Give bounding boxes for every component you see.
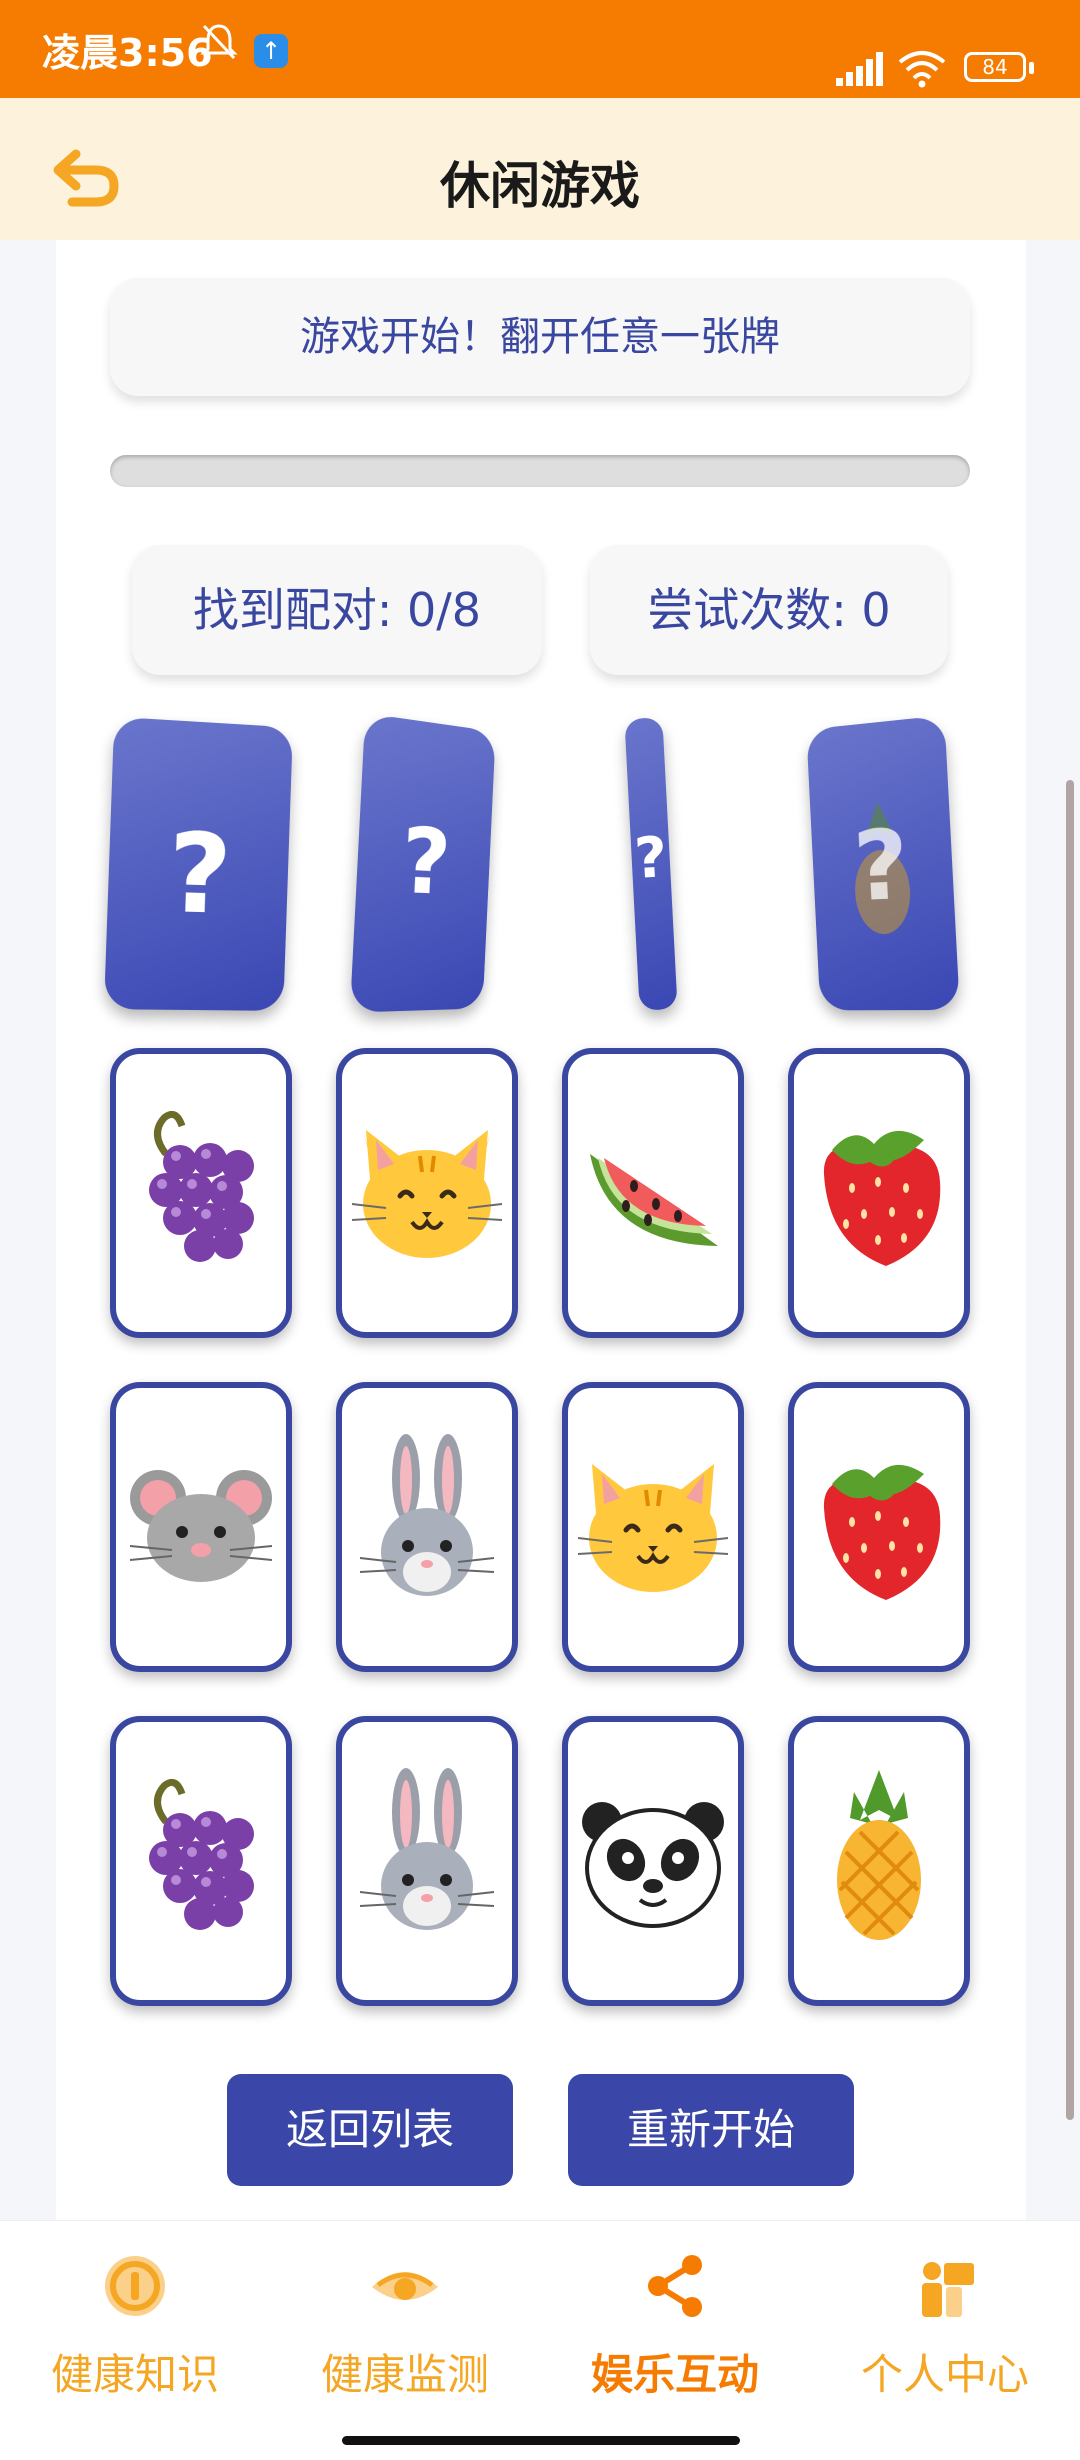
game-message: 游戏开始！翻开任意一张牌: [110, 278, 970, 396]
people-icon: [922, 2262, 974, 2317]
card-question-mark: ?: [165, 808, 234, 939]
grapes-icon: [149, 1778, 254, 1930]
home-indicator[interactable]: [342, 2436, 740, 2445]
card-question-mark: ?: [851, 808, 912, 923]
card-11[interactable]: [562, 1382, 744, 1672]
tries-counter: 尝试次数: 0: [590, 545, 948, 675]
bell-off-icon: [200, 22, 238, 71]
card-1[interactable]: ?: [103, 716, 293, 1011]
nav-entertainment[interactable]: 娱乐互动: [540, 2221, 810, 2421]
bottom-nav: 健康知识 健康监测 娱乐互动 个人中心: [0, 2220, 1080, 2460]
nav-health-knowledge[interactable]: 健康知识: [0, 2221, 270, 2421]
nav-label: 个人中心: [860, 2350, 1029, 2399]
card-12[interactable]: [788, 1382, 970, 1672]
status-icons: 84: [836, 40, 1036, 90]
app-header: 休闲游戏: [0, 98, 1080, 240]
card-8[interactable]: [788, 1048, 970, 1338]
pineapple-icon: [837, 1770, 921, 1940]
status-time: 凌晨3:56: [42, 31, 213, 75]
card-7[interactable]: [562, 1048, 744, 1338]
card-10[interactable]: [336, 1382, 518, 1672]
nav-label: 娱乐互动: [590, 2350, 759, 2399]
rabbit-icon: [359, 1768, 495, 1930]
signal-icon: [836, 52, 886, 86]
card-9[interactable]: [110, 1382, 292, 1672]
card-4[interactable]: ?: [806, 715, 960, 1011]
pairs-found-counter: 找到配对: 0/8: [132, 545, 542, 675]
nav-label: 健康知识: [50, 2350, 219, 2399]
nav-health-monitor[interactable]: 健康监测: [270, 2221, 540, 2421]
cat-icon: [351, 1130, 503, 1258]
progress-bar: [110, 455, 970, 487]
nav-personal-center[interactable]: 个人中心: [810, 2221, 1080, 2421]
mouse-icon: [129, 1470, 273, 1582]
status-bar: 凌晨3:56 ↑ 84: [0, 0, 1080, 98]
card-13[interactable]: [110, 1716, 292, 2006]
back-to-list-button[interactable]: 返回列表: [227, 2074, 513, 2186]
card-question-mark: ?: [632, 825, 669, 892]
card-16[interactable]: [788, 1716, 970, 2006]
nav-label: 健康监测: [320, 2350, 489, 2399]
restart-button[interactable]: 重新开始: [568, 2074, 854, 2186]
panda-icon: [582, 1802, 724, 1928]
share-icon: [648, 2255, 702, 2317]
card-question-mark: ?: [398, 807, 453, 916]
upload-notification-icon: ↑: [254, 34, 288, 68]
battery-cap: [1029, 62, 1034, 74]
grapes-icon: [149, 1110, 254, 1262]
battery-icon: 84: [964, 52, 1026, 82]
watermelon-icon: [590, 1154, 718, 1246]
card-5[interactable]: [110, 1048, 292, 1338]
scrollbar[interactable]: [1066, 780, 1074, 2120]
strawberry-icon: [823, 1130, 941, 1266]
card-14[interactable]: [336, 1716, 518, 2006]
eye-icon: [372, 2272, 438, 2300]
card-6[interactable]: [336, 1048, 518, 1338]
page-title: 休闲游戏: [440, 157, 640, 215]
card-15[interactable]: [562, 1716, 744, 2006]
strawberry-icon: [823, 1464, 941, 1600]
info-circle-icon: [105, 2256, 165, 2316]
wifi-icon: [896, 48, 948, 88]
card-2[interactable]: ?: [349, 713, 496, 1013]
rabbit-icon: [359, 1434, 495, 1596]
cat-icon: [577, 1464, 729, 1592]
